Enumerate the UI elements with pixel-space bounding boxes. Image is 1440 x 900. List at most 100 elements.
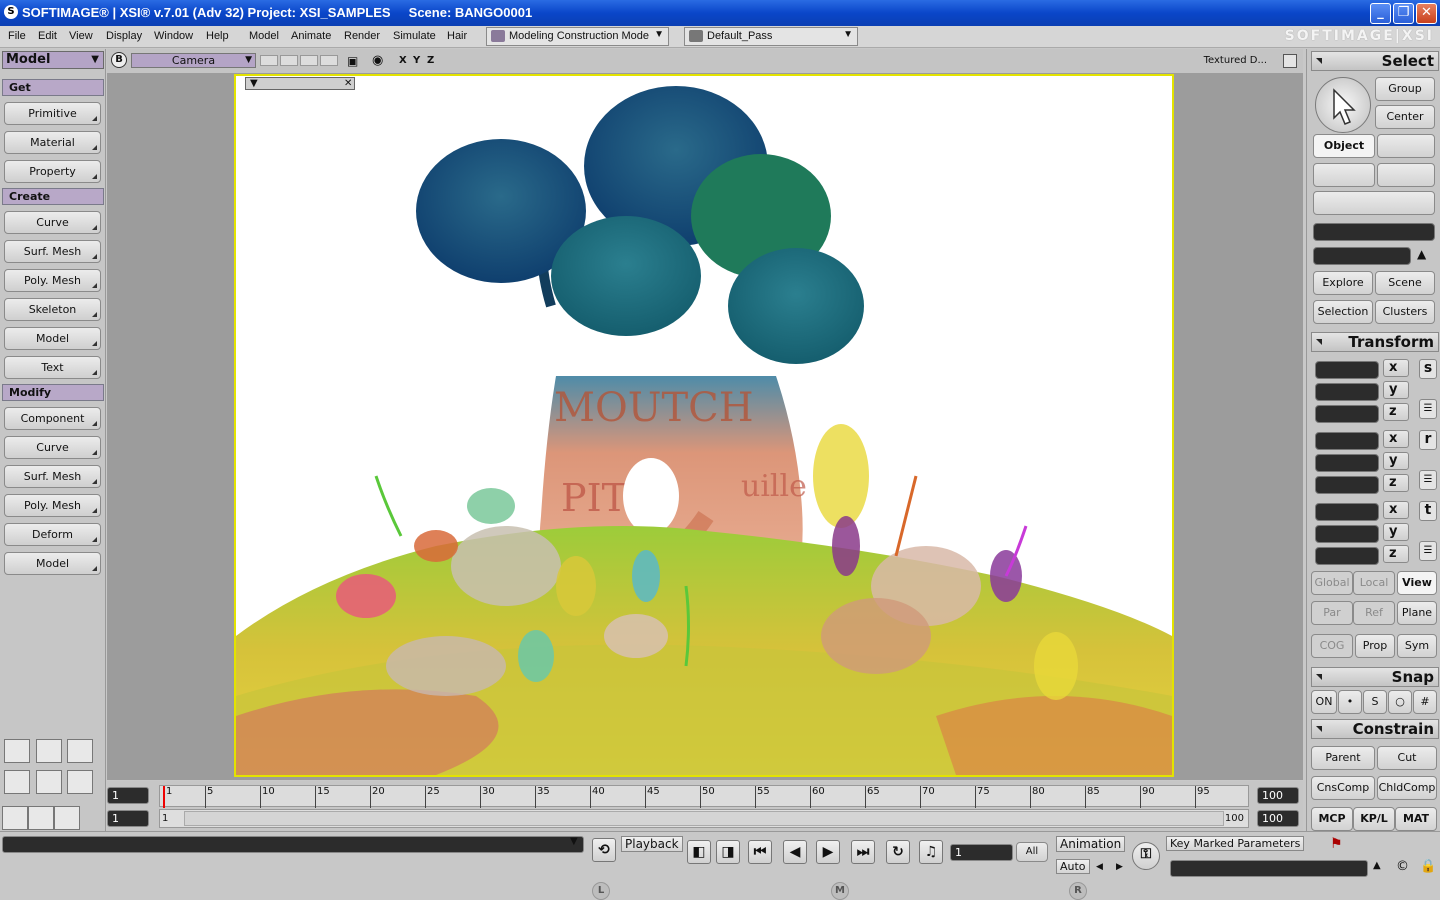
cnscomp-button[interactable]: CnsComp bbox=[1311, 776, 1375, 800]
axis-y-toggle[interactable]: Y bbox=[413, 55, 420, 66]
all-button[interactable]: All bbox=[1016, 842, 1048, 862]
translate-y-field[interactable] bbox=[1315, 525, 1379, 543]
scale-z-label[interactable]: z bbox=[1383, 403, 1409, 421]
middle-panel-toggle[interactable]: M bbox=[831, 882, 849, 900]
range-slider[interactable]: 1 100 bbox=[159, 809, 1249, 828]
menu-display[interactable]: Display bbox=[106, 30, 142, 42]
layout-rows-icon[interactable] bbox=[67, 770, 93, 794]
constrain-panel-header[interactable]: Constrain bbox=[1311, 719, 1439, 739]
transform-panel-header[interactable]: Transform bbox=[1311, 332, 1439, 352]
create-text-button[interactable]: Text bbox=[4, 356, 101, 379]
rotate-menu-icon[interactable]: ☰ bbox=[1419, 470, 1437, 490]
display-mode-menu[interactable]: Textured D... bbox=[1204, 55, 1267, 66]
select-empty-button-3[interactable] bbox=[1377, 163, 1435, 187]
eye-icon[interactable]: ◉ bbox=[372, 53, 383, 68]
menu-help[interactable]: Help bbox=[206, 30, 229, 42]
prop-button[interactable]: Prop bbox=[1355, 634, 1395, 658]
menu-model[interactable]: Model bbox=[249, 30, 279, 42]
translate-x-field[interactable] bbox=[1315, 503, 1379, 521]
next-arrow-icon[interactable]: ▶ bbox=[1116, 862, 1123, 872]
scene-explorer-icon[interactable] bbox=[2, 806, 28, 830]
snap-grid-icon[interactable]: # bbox=[1413, 690, 1437, 714]
rotate-z-label[interactable]: z bbox=[1383, 474, 1409, 492]
scale-mode-button[interactable]: s bbox=[1419, 359, 1437, 379]
keyframe-marker-icon[interactable]: ⚑ bbox=[1330, 836, 1343, 852]
translate-menu-icon[interactable]: ☰ bbox=[1419, 541, 1437, 561]
snap-panel-header[interactable]: Snap bbox=[1311, 667, 1439, 687]
plane-button[interactable]: Plane bbox=[1397, 601, 1437, 625]
rotate-x-field[interactable] bbox=[1315, 432, 1379, 450]
chevron-up-icon[interactable]: ▲ bbox=[1373, 860, 1381, 871]
modify-model-button[interactable]: Model bbox=[4, 552, 101, 575]
layout-vertical-icon[interactable] bbox=[36, 739, 62, 763]
menu-render[interactable]: Render bbox=[344, 30, 380, 42]
mini-close-icon[interactable]: ✕ bbox=[344, 78, 352, 89]
select-empty-button-2[interactable] bbox=[1313, 163, 1375, 187]
mat-tab[interactable]: MAT bbox=[1395, 807, 1437, 831]
timeline-start-field[interactable]: 1 bbox=[107, 787, 149, 804]
range-start-field[interactable]: 1 bbox=[107, 810, 149, 827]
close-button[interactable]: ✕ bbox=[1416, 3, 1437, 24]
modify-deform-button[interactable]: Deform bbox=[4, 523, 101, 546]
local-button[interactable]: Local bbox=[1353, 571, 1395, 595]
viewport-memo-3[interactable] bbox=[300, 55, 318, 66]
script-editor-icon[interactable]: ⟲ bbox=[592, 838, 616, 862]
mcp-tab[interactable]: MCP bbox=[1311, 807, 1353, 831]
viewport-memo-2[interactable] bbox=[280, 55, 298, 66]
modify-poly-mesh-button[interactable]: Poly. Mesh bbox=[4, 494, 101, 517]
kpl-tab[interactable]: KP/L bbox=[1353, 807, 1395, 831]
scale-y-field[interactable] bbox=[1315, 383, 1379, 401]
create-surf-mesh-button[interactable]: Surf. Mesh bbox=[4, 240, 101, 263]
translate-z-field[interactable] bbox=[1315, 547, 1379, 565]
minimize-button[interactable]: _ bbox=[1370, 3, 1391, 24]
rotate-x-label[interactable]: x bbox=[1383, 430, 1409, 448]
layout-split-icon[interactable] bbox=[4, 770, 30, 794]
snap-surface-icon[interactable]: ○ bbox=[1388, 690, 1412, 714]
create-model-button[interactable]: Model bbox=[4, 327, 101, 350]
play-forward-icon[interactable]: ▶ bbox=[816, 840, 840, 864]
viewport-memo-4[interactable] bbox=[320, 55, 338, 66]
clusters-button[interactable]: Clusters bbox=[1375, 300, 1435, 324]
ref-button[interactable]: Ref bbox=[1353, 601, 1395, 625]
translate-z-label[interactable]: z bbox=[1383, 545, 1409, 563]
select-object-button[interactable]: Object bbox=[1313, 134, 1375, 158]
copyright-icon[interactable]: © bbox=[1396, 859, 1409, 874]
selection-name-field[interactable] bbox=[1313, 223, 1435, 241]
maximize-viewport-icon[interactable] bbox=[1283, 54, 1297, 68]
get-material-button[interactable]: Material bbox=[4, 131, 101, 154]
last-frame-icon[interactable]: ⏭ bbox=[851, 840, 875, 864]
create-curve-button[interactable]: Curve bbox=[4, 211, 101, 234]
view-button[interactable]: View bbox=[1397, 571, 1437, 595]
sym-button[interactable]: Sym bbox=[1397, 634, 1437, 658]
par-button[interactable]: Par bbox=[1311, 601, 1353, 625]
viewport-b-button[interactable]: B bbox=[111, 52, 127, 68]
select-panel-header[interactable]: Select bbox=[1311, 51, 1439, 71]
playback-menu[interactable]: Playback bbox=[621, 836, 683, 852]
stepper-arrows-icon[interactable]: ▲ bbox=[1417, 247, 1426, 261]
key-marked-parameters-button[interactable]: Key Marked Parameters bbox=[1166, 836, 1305, 851]
menu-animate[interactable]: Animate bbox=[291, 30, 331, 42]
parent-button[interactable]: Parent bbox=[1311, 746, 1375, 770]
scale-menu-icon[interactable]: ☰ bbox=[1419, 399, 1437, 419]
modify-component-button[interactable]: Component bbox=[4, 407, 101, 430]
play-backward-icon[interactable]: ◀ bbox=[783, 840, 807, 864]
scene-button[interactable]: Scene bbox=[1375, 271, 1435, 295]
audio-icon[interactable]: ♫ bbox=[919, 840, 943, 864]
translate-y-label[interactable]: y bbox=[1383, 523, 1409, 541]
right-panel-toggle[interactable]: R bbox=[1069, 882, 1087, 900]
layout-quad-icon[interactable] bbox=[67, 739, 93, 763]
cog-button[interactable]: COG bbox=[1311, 634, 1353, 658]
construction-mode-dropdown[interactable]: Modeling Construction Mode ▼ bbox=[486, 27, 669, 46]
selection-filter-field[interactable] bbox=[1313, 247, 1411, 265]
maximize-button[interactable]: ❐ bbox=[1393, 3, 1414, 24]
left-panel-toggle[interactable]: L bbox=[592, 882, 610, 900]
snap-point-icon[interactable]: • bbox=[1338, 690, 1362, 714]
select-group-button[interactable]: Group bbox=[1375, 77, 1435, 101]
translate-mode-button[interactable]: t bbox=[1419, 501, 1437, 521]
scale-x-field[interactable] bbox=[1315, 361, 1379, 379]
scale-z-field[interactable] bbox=[1315, 405, 1379, 423]
select-empty-button-1[interactable] bbox=[1377, 134, 1435, 158]
key-icon[interactable]: ⚿ bbox=[1132, 842, 1160, 870]
menu-edit[interactable]: Edit bbox=[38, 30, 57, 42]
key-parameters-field[interactable] bbox=[1170, 860, 1368, 877]
